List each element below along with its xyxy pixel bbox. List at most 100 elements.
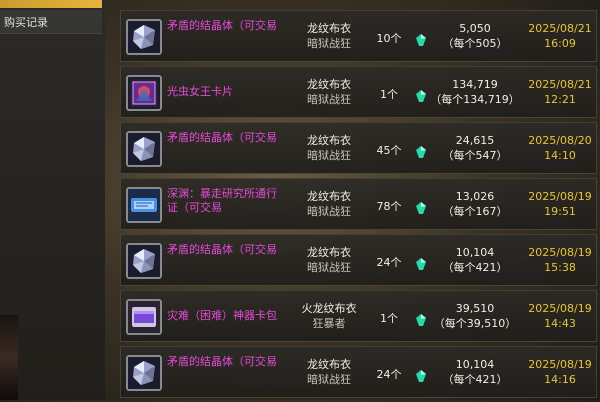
- seller-class: 暗狱战狂: [307, 373, 351, 386]
- record-row[interactable]: 矛盾的结晶体（可交易 龙纹布衣 暗狱战狂 24个 10,104 （每个421） 2025/0…: [120, 346, 597, 398]
- total-price: 5,050: [459, 22, 491, 35]
- seller-class: 暗狱战狂: [307, 93, 351, 106]
- price: 10,104 （每个421）: [429, 245, 521, 275]
- seller-info: 龙纹布衣 暗狱战狂: [289, 189, 369, 219]
- total-price: 10,104: [455, 358, 495, 371]
- purchase-record-list: 矛盾的结晶体（可交易 龙纹布衣 暗狱战狂 10个 5,050 （每个505） 2025/08…: [120, 10, 597, 402]
- total-price: 10,104: [455, 246, 495, 259]
- record-row[interactable]: 深渊：暴走研究所通行证（可交易 龙纹布衣 暗狱战狂 78个 13,026 （每个167） 2…: [120, 178, 597, 230]
- item-name: 深渊：暴走研究所通行证（可交易: [167, 187, 277, 214]
- unit-price: （每个547）: [442, 149, 508, 162]
- seller-class: 狂暴者: [312, 317, 346, 330]
- purchase-date: 2025/08/19: [528, 302, 592, 315]
- seller-info: 龙纹布衣 暗狱战狂: [289, 77, 369, 107]
- seller-name: 龙纹布衣: [307, 134, 351, 147]
- seller-name: 龙纹布衣: [307, 78, 351, 91]
- record-row[interactable]: 矛盾的结晶体（可交易 龙纹布衣 暗狱战狂 10个 5,050 （每个505） 2025/08…: [120, 10, 597, 62]
- total-price: 13,026: [455, 190, 495, 203]
- seller-name: 龙纹布衣: [307, 358, 351, 371]
- seller-class: 暗狱战狂: [307, 149, 351, 162]
- crystal-icon[interactable]: [126, 355, 162, 391]
- total-price: 39,510: [455, 302, 495, 315]
- currency-gem-icon: [416, 199, 426, 214]
- record-row[interactable]: 矛盾的结晶体（可交易 龙纹布衣 暗狱战狂 45个 24,615 （每个547） 2025/0…: [120, 122, 597, 174]
- currency-gem-icon: [416, 311, 426, 326]
- currency-gem-icon: [416, 87, 426, 102]
- ticket-icon[interactable]: [126, 187, 162, 223]
- seller-info: 龙纹布衣 暗狱战狂: [289, 245, 369, 275]
- quantity: 1个: [380, 312, 398, 325]
- seller-class: 暗狱战狂: [307, 37, 351, 50]
- seller-name: 火龙纹布衣: [301, 302, 357, 315]
- purchase-datetime: 2025/08/19 15:38: [521, 245, 599, 275]
- price: 134,719 （每个134,719）: [429, 77, 521, 107]
- quantity: 24个: [376, 368, 402, 381]
- purchase-time: 14:16: [544, 373, 576, 386]
- purchase-date: 2025/08/21: [528, 22, 592, 35]
- item-name: 矛盾的结晶体（可交易: [167, 355, 277, 368]
- purchase-datetime: 2025/08/21 12:21: [521, 77, 599, 107]
- crystal-icon[interactable]: [126, 19, 162, 55]
- price: 24,615 （每个547）: [429, 133, 521, 163]
- purchase-time: 16:09: [544, 37, 576, 50]
- unit-price: （每个505）: [442, 37, 508, 50]
- quantity: 1个: [380, 88, 398, 101]
- purchase-time: 15:38: [544, 261, 576, 274]
- purchase-datetime: 2025/08/19 14:43: [521, 301, 599, 331]
- purchase-time: 12:21: [544, 93, 576, 106]
- record-row[interactable]: 灾难（困难）神器卡包 火龙纹布衣 狂暴者 1个 39,510 （每个39,510） 2025…: [120, 290, 597, 342]
- unit-price: （每个421）: [442, 373, 508, 386]
- seller-info: 龙纹布衣 暗狱战狂: [289, 133, 369, 163]
- purchase-date: 2025/08/21: [528, 78, 592, 91]
- currency-gem-icon: [416, 255, 426, 270]
- card-pack-icon[interactable]: [126, 299, 162, 335]
- purchase-time: 19:51: [544, 205, 576, 218]
- purchase-datetime: 2025/08/21 16:09: [521, 21, 599, 51]
- unit-price: （每个167）: [442, 205, 508, 218]
- unit-price: （每个134,719）: [430, 93, 520, 106]
- purchase-date: 2025/08/19: [528, 358, 592, 371]
- quantity: 24个: [376, 256, 402, 269]
- unit-price: （每个421）: [442, 261, 508, 274]
- sidebar-item-purchase-history[interactable]: 购买记录: [0, 10, 102, 34]
- quantity: 10个: [376, 32, 402, 45]
- purchase-date: 2025/08/19: [528, 246, 592, 259]
- item-name: 灾难（困难）神器卡包: [167, 309, 277, 322]
- unit-price: （每个39,510）: [433, 317, 517, 330]
- crystal-icon[interactable]: [126, 243, 162, 279]
- sidebar-accent-bar: [0, 0, 102, 8]
- seller-info: 火龙纹布衣 狂暴者: [289, 301, 369, 331]
- purchase-time: 14:43: [544, 317, 576, 330]
- webcam-overlay: [0, 315, 18, 400]
- quantity: 78个: [376, 200, 402, 213]
- record-row[interactable]: 矛盾的结晶体（可交易 龙纹布衣 暗狱战狂 24个 10,104 （每个421） 2025/0…: [120, 234, 597, 286]
- seller-info: 龙纹布衣 暗狱战狂: [289, 357, 369, 387]
- seller-name: 龙纹布衣: [307, 22, 351, 35]
- item-name: 光虫女王卡片: [167, 85, 233, 98]
- record-row[interactable]: 光虫女王卡片 龙纹布衣 暗狱战狂 1个 134,719 （每个134,719） 2025/0…: [120, 66, 597, 118]
- seller-name: 龙纹布衣: [307, 190, 351, 203]
- sidebar-item-label: 购买记录: [4, 15, 48, 29]
- price: 13,026 （每个167）: [429, 189, 521, 219]
- currency-gem-icon: [416, 367, 426, 382]
- total-price: 134,719: [452, 78, 498, 91]
- crystal-icon[interactable]: [126, 131, 162, 167]
- item-name: 矛盾的结晶体（可交易: [167, 243, 277, 256]
- purchase-datetime: 2025/08/19 14:16: [521, 357, 599, 387]
- price: 10,104 （每个421）: [429, 357, 521, 387]
- purchase-datetime: 2025/08/20 14:10: [521, 133, 599, 163]
- currency-gem-icon: [416, 31, 426, 46]
- seller-info: 龙纹布衣 暗狱战狂: [289, 21, 369, 51]
- seller-class: 暗狱战狂: [307, 205, 351, 218]
- seller-name: 龙纹布衣: [307, 246, 351, 259]
- seller-class: 暗狱战狂: [307, 261, 351, 274]
- price: 5,050 （每个505）: [429, 21, 521, 51]
- purchase-time: 14:10: [544, 149, 576, 162]
- quantity: 45个: [376, 144, 402, 157]
- total-price: 24,615: [455, 134, 495, 147]
- purchase-date: 2025/08/19: [528, 190, 592, 203]
- item-name: 矛盾的结晶体（可交易: [167, 19, 277, 32]
- card-icon[interactable]: [126, 75, 162, 111]
- currency-gem-icon: [416, 143, 426, 158]
- purchase-date: 2025/08/20: [528, 134, 592, 147]
